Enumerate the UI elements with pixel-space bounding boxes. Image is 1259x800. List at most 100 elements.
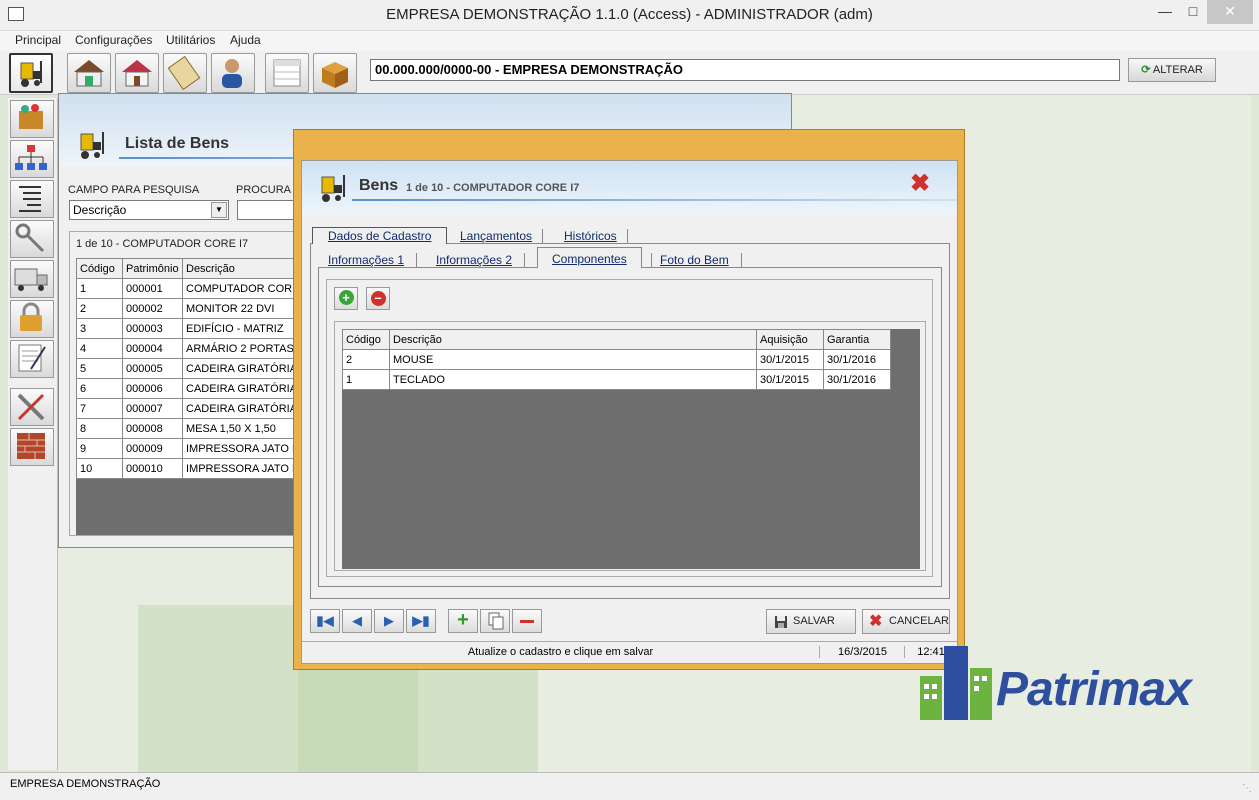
table-cell: 10 — [76, 458, 123, 479]
chevron-down-icon[interactable]: ▼ — [211, 202, 227, 218]
grid-col-codigo[interactable]: Código — [342, 329, 390, 350]
remove-component-button[interactable]: – — [366, 287, 390, 310]
table-row[interactable]: 2 000002 MONITOR 22 DVI — [76, 298, 294, 319]
bens-forklift-icon — [316, 171, 352, 208]
table-cell: 000007 — [122, 398, 183, 419]
grid-cell: MOUSE — [389, 349, 757, 370]
grid-col-descricao[interactable]: Descrição — [389, 329, 757, 350]
tab-lancamentos[interactable]: Lançamentos — [450, 229, 544, 243]
menu-ajuda[interactable]: Ajuda — [230, 33, 261, 47]
first-record-button[interactable]: ▮◀ — [310, 609, 340, 633]
menu-utilitarios[interactable]: Utilitários — [166, 33, 215, 47]
last-record-button[interactable]: ▶▮ — [406, 609, 436, 633]
tools-icon[interactable] — [10, 388, 54, 426]
table-cell: 5 — [76, 358, 123, 379]
table-row[interactable]: 10000010IMPRESSORA JATO DE — [76, 458, 294, 479]
calendar-icon[interactable] — [265, 53, 309, 93]
table-cell: 000006 — [122, 378, 183, 399]
table-cell: 000009 — [122, 438, 183, 459]
minus-icon — [520, 620, 534, 623]
lista-forklift-icon — [75, 128, 111, 165]
box-icon[interactable] — [313, 53, 357, 93]
campo-value: Descrição — [73, 203, 127, 217]
grid-row[interactable]: 2 MOUSE 30/1/2015 30/1/2016 — [342, 349, 891, 370]
grid-col-aquisicao[interactable]: Aquisição — [756, 329, 824, 350]
prev-record-button[interactable]: ◀ — [342, 609, 372, 633]
floppy-disk-icon — [775, 616, 787, 628]
table-row[interactable]: 9000009IMPRESSORA JATO DE — [76, 438, 294, 459]
table-cell: 6 — [76, 378, 123, 399]
brick-wall-icon[interactable] — [10, 428, 54, 466]
next-icon: ▶ — [384, 613, 394, 628]
subtab-informacoes-1[interactable]: Informações 1 — [328, 253, 418, 267]
new-record-button[interactable]: + — [448, 609, 478, 633]
table-row[interactable]: 5 000005 CADEIRA GIRATÓRIA — [76, 358, 294, 379]
table-cell: 000003 — [122, 318, 183, 339]
add-component-button[interactable]: + — [334, 287, 358, 310]
subtab-informacoes-2[interactable]: Informações 2 — [436, 253, 526, 267]
table-row[interactable]: 7 000007 CADEIRA GIRATÓRIA — [76, 398, 294, 419]
subtab-componentes[interactable]: Componentes — [537, 247, 642, 268]
menu-principal[interactable]: Principal — [15, 33, 61, 47]
table-row[interactable]: 1000001COMPUTADOR CORE I7 — [76, 278, 294, 299]
grid-row[interactable]: 1 TECLADO 30/1/2015 30/1/2016 — [342, 369, 891, 390]
key-icon[interactable] — [10, 220, 54, 258]
maximize-button[interactable]: □ — [1180, 0, 1206, 24]
clipboard-icon[interactable] — [163, 53, 207, 93]
table-cell: CADEIRA GIRATÓRIA — [182, 358, 294, 379]
table-cell: 000008 — [122, 418, 183, 439]
document-icon[interactable] — [10, 340, 54, 378]
status-bar: EMPRESA DEMONSTRAÇÃO ⋱ — [0, 772, 1259, 800]
campo-label: CAMPO PARA PESQUISA — [68, 184, 200, 196]
table-cell: 4 — [76, 338, 123, 359]
truck-icon[interactable] — [10, 260, 54, 298]
lista-title: Lista de Bens — [125, 135, 230, 152]
bens-dialog: Bens 1 de 10 - COMPUTADOR CORE I7 ✖ Dado… — [293, 129, 965, 670]
col-descricao[interactable]: Descrição — [182, 258, 294, 279]
next-record-button[interactable]: ▶ — [374, 609, 404, 633]
minimize-button[interactable]: — — [1152, 0, 1178, 24]
resize-grip[interactable]: ⋱ — [1242, 783, 1254, 795]
grid-cell: 30/1/2015 — [756, 349, 824, 370]
tab-dados-de-cadastro[interactable]: Dados de Cadastro — [312, 227, 448, 244]
menu-configuracoes[interactable]: Configurações — [75, 33, 152, 47]
org-chart-icon[interactable] — [10, 140, 54, 178]
table-row[interactable]: 6 000006 CADEIRA GIRATÓRIA — [76, 378, 294, 399]
home-icon[interactable] — [115, 53, 159, 93]
table-row[interactable]: 3 000003 EDIFÍCIO - MATRIZ — [76, 318, 294, 339]
close-icon[interactable]: ✖ — [910, 172, 930, 196]
boxes-icon[interactable] — [10, 100, 54, 138]
subtab-foto-do-bem[interactable]: Foto do Bem — [651, 253, 742, 267]
window-title: EMPRESA DEMONSTRAÇÃO 1.1.0 (Access) - AD… — [386, 6, 873, 23]
table-row[interactable]: 4 000004 ARMÁRIO 2 PORTAS — [76, 338, 294, 359]
tree-list-icon[interactable] — [10, 180, 54, 218]
table-cell: CADEIRA GIRATÓRIA — [182, 378, 294, 399]
forklift-icon[interactable] — [9, 53, 53, 93]
user-icon[interactable] — [211, 53, 255, 93]
plus-icon: + — [457, 609, 469, 631]
last-icon: ▶▮ — [412, 613, 430, 628]
table-cell: 000001 — [122, 278, 183, 299]
salvar-button[interactable]: SALVAR — [766, 609, 856, 634]
table-cell: 000002 — [122, 298, 183, 319]
table-row[interactable]: 8 000008 MESA 1,50 X 1,50 — [76, 418, 294, 439]
grid-col-garantia[interactable]: Garantia — [823, 329, 891, 350]
refresh-icon: ⟳ — [1141, 64, 1151, 76]
bens-status-bar: Atualize o cadastro e clique em salvar 1… — [302, 641, 957, 663]
col-codigo[interactable]: Código — [76, 258, 123, 279]
lista-record-info: 1 de 10 - COMPUTADOR CORE I7 — [76, 238, 249, 250]
alterar-button[interactable]: ⟳ ALTERAR — [1128, 58, 1216, 82]
cancelar-label: CANCELAR — [889, 615, 949, 627]
tab-historicos[interactable]: Históricos — [554, 229, 628, 243]
copy-record-button[interactable] — [480, 609, 510, 633]
bens-title-underline — [352, 199, 957, 201]
copy-icon — [488, 612, 504, 630]
company-id-field[interactable]: 00.000.000/0000-00 - EMPRESA DEMONSTRAÇÃ… — [370, 59, 1120, 81]
campo-select[interactable]: Descrição ▼ — [69, 200, 229, 220]
procura-input[interactable] — [237, 200, 297, 220]
padlock-icon[interactable] — [10, 300, 54, 338]
close-button[interactable]: ✕ — [1207, 0, 1253, 24]
warehouse-icon[interactable] — [67, 53, 111, 93]
delete-record-button[interactable] — [512, 609, 542, 633]
col-patrimonio[interactable]: Patrimônio — [122, 258, 183, 279]
